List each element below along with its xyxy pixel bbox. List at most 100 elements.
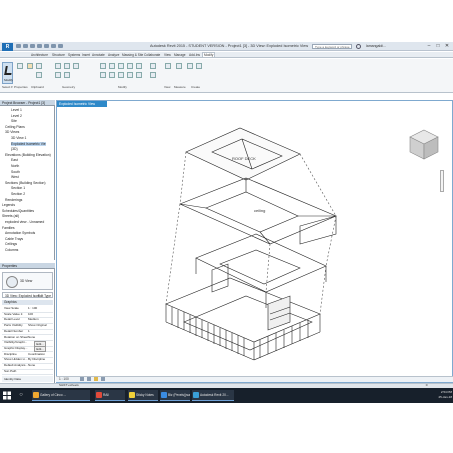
instance-type-dropdown[interactable]: 3D View: Exploded Isom Edit Type	[2, 292, 53, 298]
tab-massing-site[interactable]: Massing & Site	[122, 53, 143, 57]
print-icon[interactable]	[44, 44, 49, 48]
navigation-bar[interactable]	[440, 170, 444, 192]
browser-item[interactable]: Ceiling Plans	[5, 125, 25, 129]
selection-filter-count[interactable]: :0	[425, 383, 428, 387]
measure-tool-icon[interactable]	[176, 63, 182, 69]
view-tab[interactable]: Exploded Isometric View	[57, 101, 107, 107]
cut-geometry-icon[interactable]	[64, 63, 70, 69]
taskbar-button[interactable]: Gallery of Cinco ...	[32, 390, 90, 401]
modify-button[interactable]: Modify	[2, 62, 13, 84]
property-value[interactable]: Medium	[28, 317, 39, 323]
tab-structure[interactable]: Structure	[52, 53, 65, 57]
tab-manage[interactable]: Manage	[174, 53, 186, 57]
property-value[interactable]: Coordination	[28, 352, 45, 358]
taskbar-button[interactable]: RAII	[95, 390, 125, 401]
graphics-section-header[interactable]: Graphics	[2, 300, 53, 305]
tab-add-ins[interactable]: Add-Ins	[189, 53, 200, 57]
3d-view-icon[interactable]	[58, 44, 63, 48]
save-icon[interactable]	[23, 44, 28, 48]
mirror-icon[interactable]	[118, 63, 124, 69]
split-icon[interactable]	[118, 72, 124, 78]
maximize-button[interactable]: □	[434, 43, 442, 50]
cope-icon[interactable]	[55, 63, 61, 69]
browser-item[interactable]: Sections (Building Section)	[5, 181, 46, 185]
browser-item[interactable]: Annotation Symbols	[5, 231, 35, 235]
browser-item[interactable]: North	[11, 164, 19, 168]
browser-item[interactable]: Site	[11, 119, 17, 123]
windows-start-icon[interactable]	[3, 391, 11, 400]
visual-style-icon[interactable]	[87, 377, 91, 381]
browser-item[interactable]: Elevations (Building Elevation)	[5, 153, 51, 157]
browser-item[interactable]: Section 1	[11, 186, 25, 190]
ribbon-group-select[interactable]: Select ▾	[2, 85, 13, 89]
browser-item[interactable]: exploded view - Unnamed	[5, 220, 44, 224]
tab-modify[interactable]: Modify	[202, 52, 216, 57]
taskbar-button[interactable]: Biz (Pexels)(sun) ...	[160, 390, 190, 401]
view-scale[interactable]: 1 : 100	[59, 377, 69, 381]
browser-item[interactable]: Level 1	[11, 108, 22, 112]
view-icon[interactable]	[165, 63, 171, 69]
browser-item[interactable]: 3D View 1	[11, 136, 26, 140]
browser-item[interactable]: Families	[2, 226, 15, 230]
paint-icon[interactable]	[64, 72, 70, 78]
minimize-button[interactable]: –	[425, 43, 433, 50]
browser-item[interactable]: Ceilings	[5, 242, 17, 246]
browser-item[interactable]: Level 2	[11, 114, 22, 118]
taskbar-button[interactable]: Autodesk Revit 20...	[192, 390, 234, 401]
join-icon[interactable]	[73, 63, 79, 69]
undo-icon[interactable]	[30, 44, 35, 48]
browser-item[interactable]: {3D}	[11, 147, 18, 151]
detail-level-icon[interactable]	[80, 377, 84, 381]
copy-element-icon[interactable]	[136, 63, 142, 69]
search-icon[interactable]	[356, 44, 361, 49]
property-value[interactable]: 1	[28, 329, 30, 335]
browser-item[interactable]: Sheets (all)	[2, 214, 19, 218]
offset-icon[interactable]	[109, 63, 115, 69]
tab-collaborate[interactable]: Collaborate	[144, 53, 160, 57]
tab-annotate[interactable]: Annotate	[92, 53, 105, 57]
type-selector[interactable]: 3D View	[2, 272, 53, 290]
browser-item[interactable]: Schedules/Quantities	[2, 209, 34, 213]
system-clock[interactable]: 2:54 PM 25-Jan-18	[420, 390, 452, 400]
viewcube-icon[interactable]	[408, 128, 440, 162]
property-value[interactable]: None	[28, 363, 35, 369]
browser-item[interactable]: East	[11, 158, 18, 162]
redo-icon[interactable]	[37, 44, 42, 48]
tab-architecture[interactable]: Architecture	[31, 53, 48, 57]
property-value[interactable]: By Discipline	[28, 357, 45, 363]
browser-item[interactable]: Columns	[5, 248, 18, 252]
edit-type-button[interactable]: Edit Type	[38, 293, 51, 299]
properties-icon[interactable]	[17, 63, 23, 69]
browser-item[interactable]: Exploded Isometric Vie	[11, 141, 46, 146]
scale-icon[interactable]	[136, 72, 142, 78]
sun-path-icon[interactable]	[94, 377, 98, 381]
shadows-icon[interactable]	[101, 377, 105, 381]
array-icon[interactable]	[127, 72, 133, 78]
user-account[interactable]: lamangaldi...	[366, 44, 386, 48]
application-menu-button[interactable]: R	[2, 43, 13, 51]
paste-icon[interactable]	[27, 63, 33, 69]
delete-icon[interactable]	[150, 72, 156, 78]
trim-icon[interactable]	[109, 72, 115, 78]
split-face-icon[interactable]	[55, 72, 61, 78]
property-value[interactable]: Show Original	[28, 323, 47, 329]
create-group-icon[interactable]	[187, 63, 193, 69]
open-icon[interactable]	[16, 44, 21, 48]
taskbar-search-icon[interactable]: ○	[14, 391, 28, 400]
browser-item[interactable]: Section 2	[11, 192, 25, 196]
cut-icon[interactable]	[36, 63, 42, 69]
copy-icon[interactable]	[36, 72, 42, 78]
property-value[interactable]: 100	[28, 312, 33, 318]
identity-data-section[interactable]: Identity Data	[2, 376, 53, 382]
taskbar-button[interactable]: Sticky Notes	[128, 390, 158, 401]
search-input[interactable]: Type a keyword or phrase	[312, 44, 352, 49]
property-value[interactable]: None	[28, 335, 35, 341]
property-value[interactable]: 1 : 100	[28, 306, 37, 312]
tab-insert[interactable]: Insert	[82, 53, 90, 57]
browser-item[interactable]: South	[11, 170, 20, 174]
move-icon[interactable]	[127, 63, 133, 69]
browser-item[interactable]: Cable Trays	[5, 237, 23, 241]
browser-item[interactable]: Legends	[2, 203, 15, 207]
browser-item[interactable]: Renderings	[5, 198, 22, 202]
tab-systems[interactable]: Systems	[68, 53, 80, 57]
